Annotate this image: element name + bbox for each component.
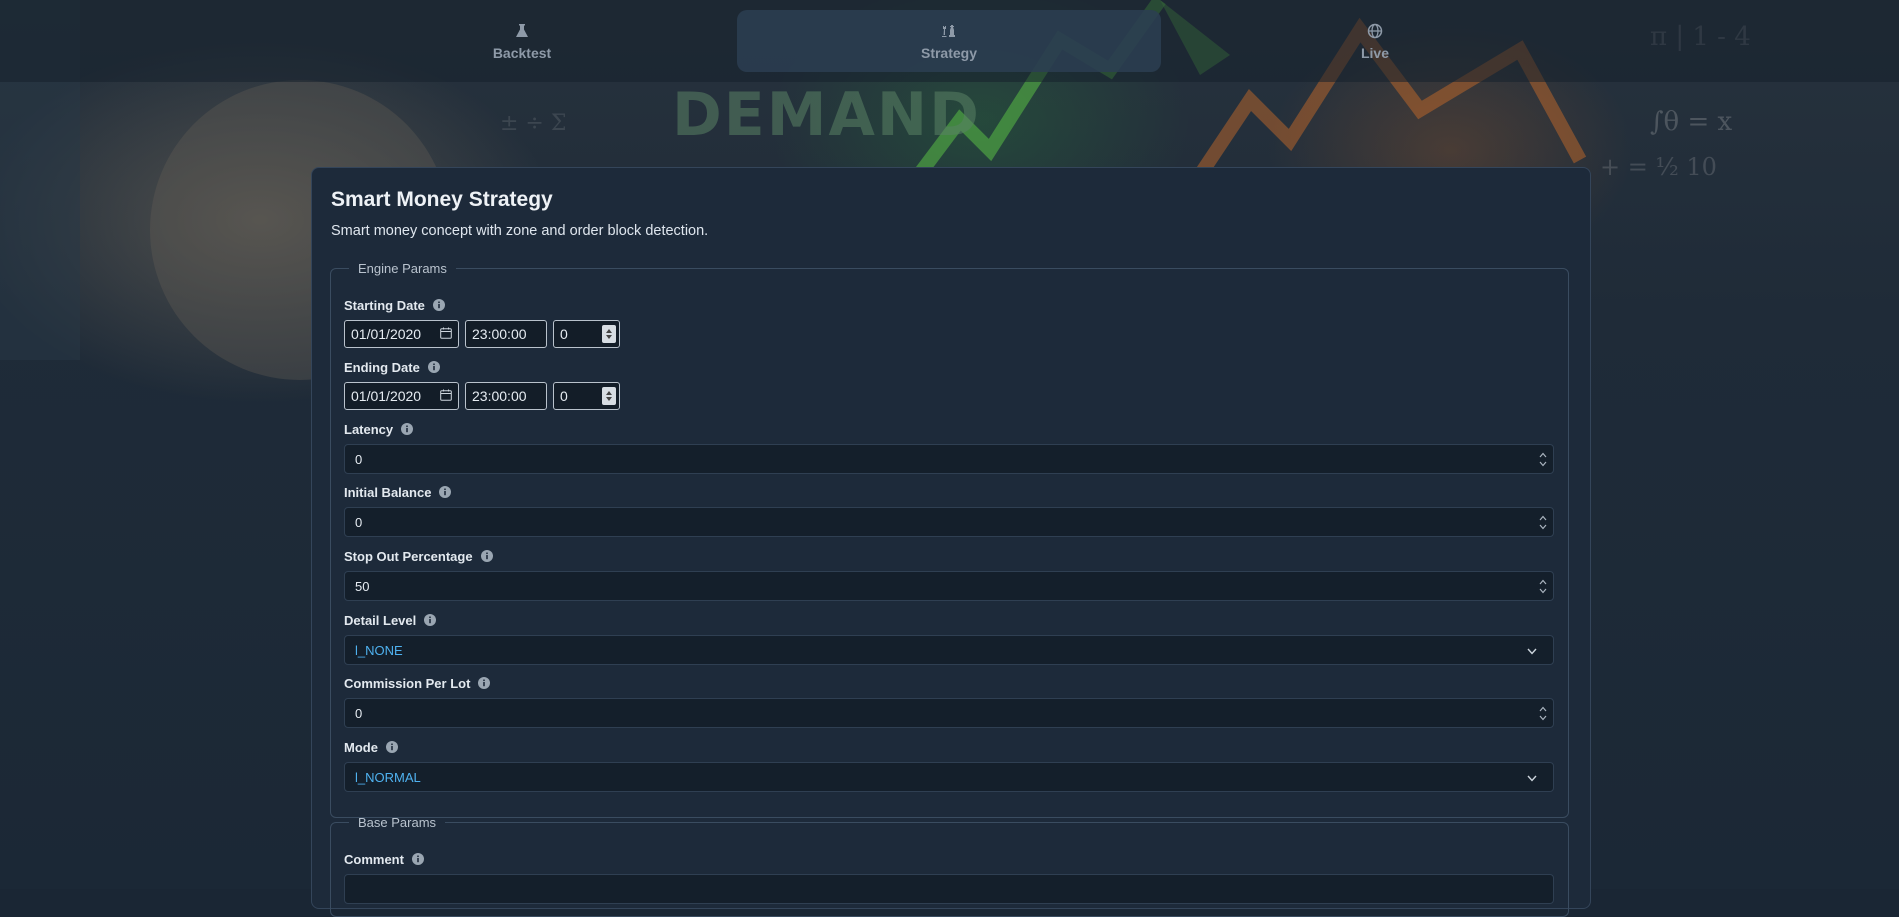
stop-out-percentage-field: Stop Out Percentage 50 <box>344 548 1554 601</box>
comment-field: Comment <box>344 851 1554 904</box>
mode-select[interactable]: l_NORMAL <box>344 762 1554 792</box>
flask-icon <box>512 21 532 41</box>
info-icon[interactable] <box>478 677 491 689</box>
detail-level-label: Detail Level <box>344 612 417 628</box>
chevron-down-icon[interactable] <box>1527 643 1537 658</box>
ending-date-input[interactable]: 01/01/2020 <box>344 382 459 410</box>
svg-text:∫θ = x: ∫θ = x <box>1650 107 1733 137</box>
background-demand-text: DEMAND <box>672 80 981 150</box>
starting-time-input[interactable]: 23:00:00 <box>465 320 547 348</box>
base-params-fieldset: Base Params Comment <box>330 815 1569 917</box>
stepper-icon[interactable] <box>1539 515 1547 530</box>
ending-date-label: Ending Date <box>344 359 420 375</box>
calendar-icon[interactable] <box>440 326 452 342</box>
stepper-icon[interactable] <box>602 325 616 343</box>
strategy-description: Smart money concept with zone and order … <box>331 223 709 239</box>
strategy-title: Smart Money Strategy <box>331 188 553 211</box>
initial-balance-label: Initial Balance <box>344 484 432 500</box>
tab-live-label: Live <box>1360 45 1389 61</box>
mode-label: Mode <box>344 739 378 755</box>
chess-icon <box>939 21 959 41</box>
info-icon[interactable] <box>427 361 440 373</box>
detail-level-select[interactable]: l_NONE <box>344 635 1554 665</box>
latency-input[interactable]: 0 <box>344 444 1554 474</box>
stepper-icon[interactable] <box>1539 579 1547 594</box>
tab-strategy-label: Strategy <box>920 45 978 61</box>
tab-strategy[interactable]: Strategy <box>737 10 1161 72</box>
tab-backtest[interactable]: Backtest <box>310 10 734 72</box>
ending-date-field: Ending Date 01/01/2020 23:00:00 0 <box>344 359 1554 410</box>
strategy-card: Smart Money Strategy Smart money concept… <box>311 167 1591 917</box>
info-icon[interactable] <box>411 853 424 865</box>
initial-balance-field: Initial Balance 0 <box>344 484 1554 537</box>
starting-date-input[interactable]: 01/01/2020 <box>344 320 459 348</box>
top-navigation: Backtest Strategy Live <box>0 0 1899 82</box>
tab-live[interactable]: Live <box>1163 10 1587 72</box>
base-params-legend: Base Params <box>358 815 437 830</box>
comment-input[interactable] <box>344 874 1554 904</box>
latency-label: Latency <box>344 421 394 437</box>
info-icon[interactable] <box>439 486 452 498</box>
svg-text:± ÷ Σ: ± ÷ Σ <box>500 111 566 136</box>
info-icon[interactable] <box>424 614 437 626</box>
commission-per-lot-input[interactable]: 0 <box>344 698 1554 728</box>
globe-icon <box>1365 21 1385 41</box>
starting-date-field: Starting Date 01/01/2020 23:00:00 0 <box>344 297 1554 348</box>
comment-label: Comment <box>344 851 404 867</box>
starting-date-label: Starting Date <box>344 297 425 313</box>
mode-field: Mode l_NORMAL <box>344 739 1554 792</box>
info-icon[interactable] <box>432 299 445 311</box>
commission-per-lot-field: Commission Per Lot 0 <box>344 675 1554 728</box>
starting-date-extra-input[interactable]: 0 <box>553 320 620 348</box>
tab-backtest-label: Backtest <box>492 45 552 61</box>
info-icon[interactable] <box>401 423 414 435</box>
engine-params-fieldset: Engine Params Starting Date 01/01/2020 2… <box>330 261 1569 818</box>
stepper-icon[interactable] <box>1539 452 1547 467</box>
stepper-icon[interactable] <box>1539 706 1547 721</box>
chevron-down-icon[interactable] <box>1527 770 1537 785</box>
ending-date-extra-input[interactable]: 0 <box>553 382 620 410</box>
stop-out-percentage-label: Stop Out Percentage <box>344 548 473 564</box>
info-icon[interactable] <box>480 550 493 562</box>
initial-balance-input[interactable]: 0 <box>344 507 1554 537</box>
ending-time-input[interactable]: 23:00:00 <box>465 382 547 410</box>
stop-out-percentage-input[interactable]: 50 <box>344 571 1554 601</box>
info-icon[interactable] <box>385 741 398 753</box>
latency-field: Latency 0 <box>344 421 1554 474</box>
calendar-icon[interactable] <box>440 388 452 404</box>
detail-level-field: Detail Level l_NONE <box>344 612 1554 665</box>
svg-text:+ = ½ 10: + = ½ 10 <box>1600 153 1717 181</box>
engine-params-legend: Engine Params <box>358 261 447 276</box>
commission-per-lot-label: Commission Per Lot <box>344 675 471 691</box>
stepper-icon[interactable] <box>602 387 616 405</box>
